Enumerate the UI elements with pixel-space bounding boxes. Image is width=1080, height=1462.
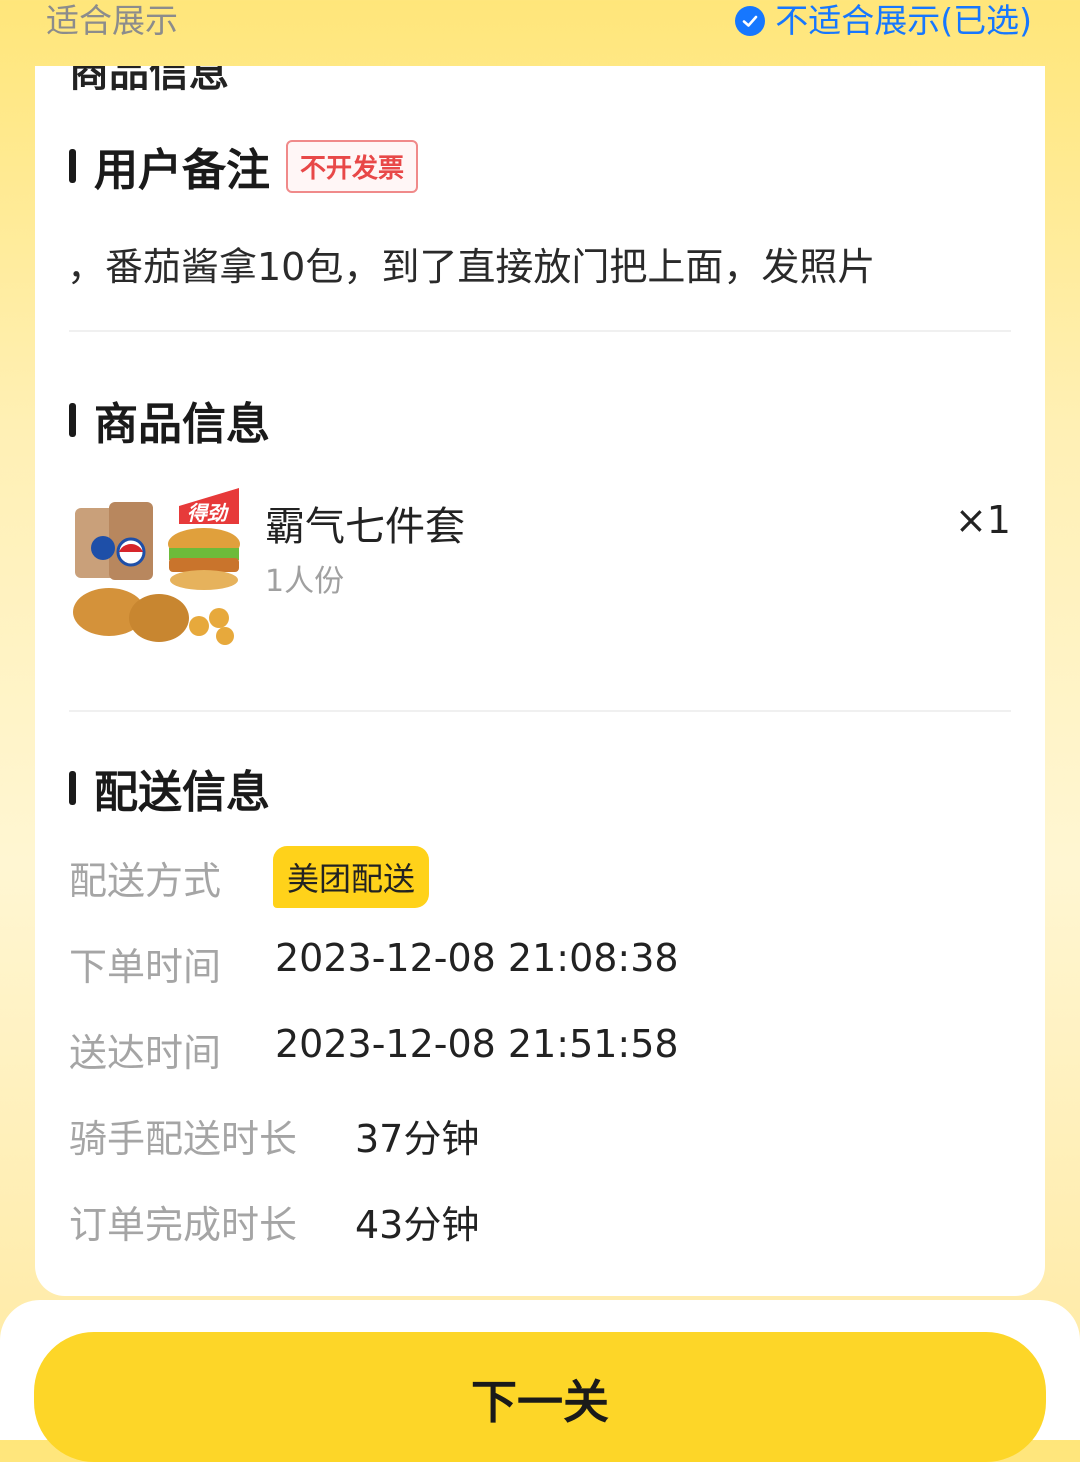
section-bar <box>69 771 76 805</box>
delivery-info-title: 配送信息 <box>94 767 270 818</box>
user-note-title: 用户备注 <box>94 145 270 196</box>
order-time-label: 下单时间 <box>69 945 222 989</box>
delivery-method-badge: 美团配送 <box>273 846 430 908</box>
product-section-title: 商品信息 <box>69 388 270 452</box>
order-duration-label: 订单完成时长 <box>69 1203 298 1247</box>
section-bar <box>69 149 76 183</box>
delivery-method-label: 配送方式 <box>69 859 222 903</box>
next-level-button[interactable]: 下一关 <box>34 1332 1046 1462</box>
delivered-time-label: 送达时间 <box>69 1031 222 1075</box>
kfc-meal-image[interactable]: 得劲 <box>69 486 241 648</box>
cut-off-heading: 商品信息 <box>69 66 229 96</box>
product-portion: 1人份 <box>265 564 345 599</box>
option-not-suitable[interactable]: 不适合展示(已选) <box>735 0 1032 42</box>
choice-bar: 适合展示 不适合展示(已选) <box>0 0 1080 66</box>
order-card: 商品信息 用户备注 不开发票 ，番茄酱拿10包，到了直接放门把上面，发照片 商品… <box>35 66 1045 1296</box>
check-circle-icon <box>735 6 766 36</box>
section-bar <box>69 403 76 437</box>
divider <box>69 330 1011 332</box>
rider-duration-value: 37分钟 <box>355 1117 480 1161</box>
no-invoice-tag: 不开发票 <box>286 139 419 193</box>
product-name: 霸气七件套 <box>265 504 465 550</box>
order-time-value: 2023-12-08 21:08:38 <box>275 936 679 980</box>
svg-text:得劲: 得劲 <box>187 501 230 525</box>
product-quantity: ×1 <box>954 498 1011 542</box>
delivered-time-value: 2023-12-08 21:51:58 <box>275 1022 679 1066</box>
user-note-section-title: 用户备注 不开发票 <box>69 134 419 198</box>
delivery-section-title: 配送信息 <box>69 756 270 820</box>
option-suitable[interactable]: 适合展示 <box>46 0 178 42</box>
rider-duration-label: 骑手配送时长 <box>69 1117 298 1161</box>
product-info-title: 商品信息 <box>94 399 270 450</box>
option-not-suitable-label: 不适合展示(已选) <box>775 1 1032 40</box>
divider <box>69 710 1011 712</box>
order-duration-value: 43分钟 <box>355 1203 480 1247</box>
user-note-text: ，番茄酱拿10包，到了直接放门把上面，发照片 <box>67 245 876 289</box>
